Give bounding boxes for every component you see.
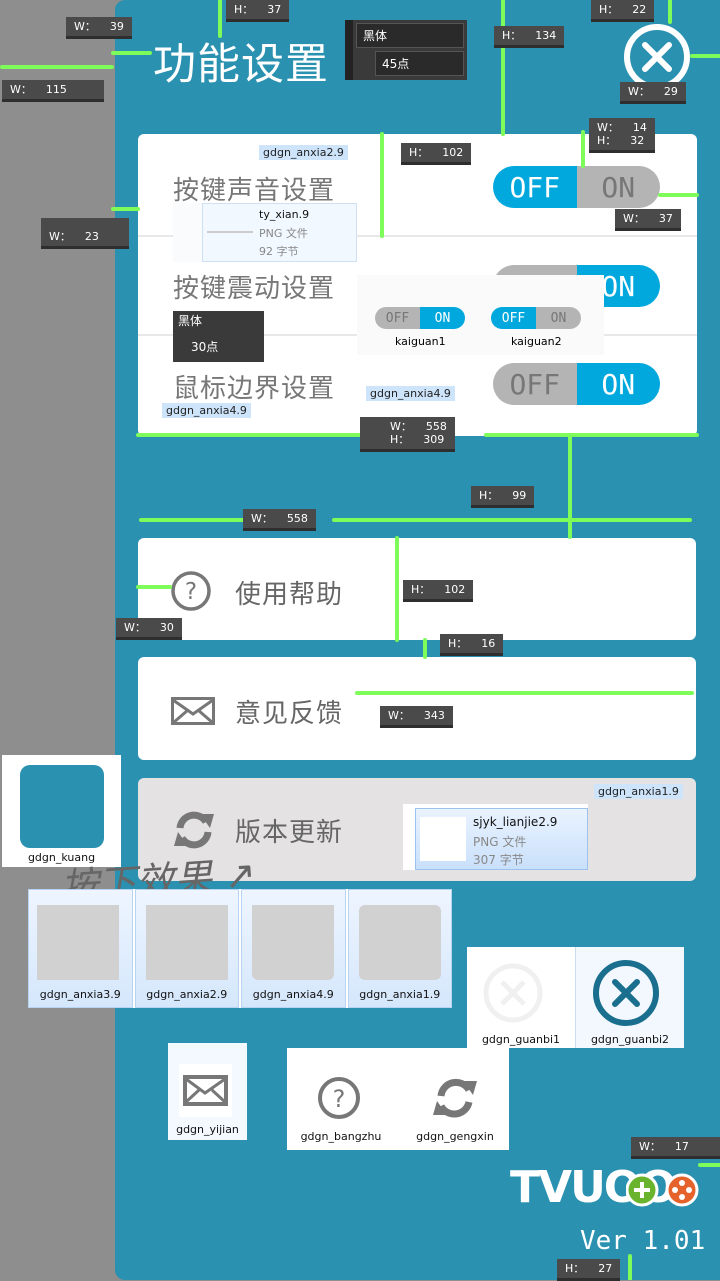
- measure-label: W： 343: [380, 706, 453, 728]
- measure-label: W： 558 H： 309: [360, 417, 455, 452]
- measure-label: H： 16: [440, 634, 504, 656]
- measure-label: H： 99: [471, 486, 535, 508]
- measure-label: W： 39: [66, 17, 132, 39]
- measure-label: H： 134: [494, 26, 565, 48]
- measure-label: W： 23: [41, 218, 129, 249]
- measure-label: W： 558: [243, 509, 316, 531]
- measure-label: H： 37: [226, 0, 290, 22]
- measure-label: W： 17: [631, 1137, 720, 1159]
- measure-arrows: [0, 0, 720, 1280]
- measure-label: W： 37: [615, 209, 681, 231]
- measure-label: W： 29: [620, 82, 686, 104]
- measure-label: H： 102: [403, 580, 474, 602]
- measure-label: H： 102: [401, 143, 472, 165]
- measure-label: W： 115: [2, 80, 104, 102]
- measure-label: W： 30: [116, 618, 182, 640]
- measure-label: W： 14 H： 32: [589, 118, 655, 153]
- measure-label: H： 22: [591, 0, 655, 22]
- measure-label: H： 27: [557, 1259, 621, 1281]
